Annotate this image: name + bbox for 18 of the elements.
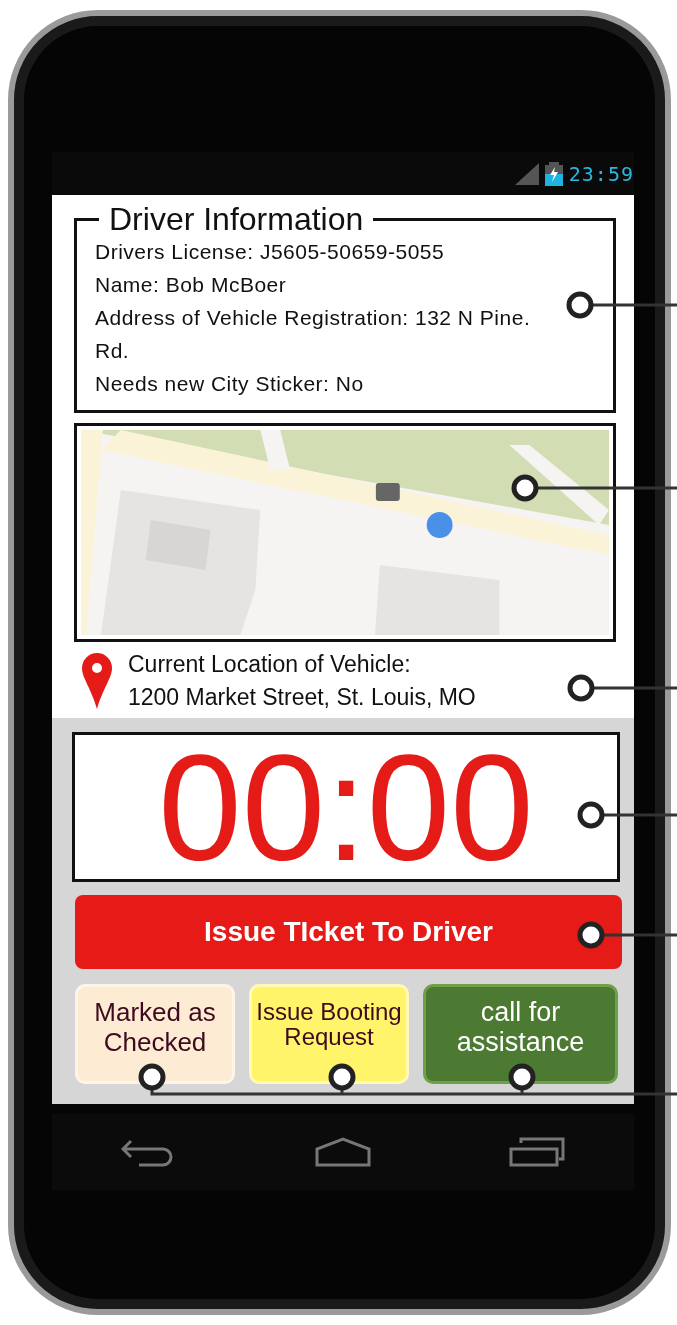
home-icon[interactable]	[315, 1137, 371, 1167]
info-line: Needs new City Sticker: No	[95, 371, 365, 397]
info-line: Name: Bob McBoer	[95, 272, 288, 298]
info-line: Address of Vehicle Registration: 132 N Pine. Rd.	[95, 305, 532, 364]
battery-icon	[544, 161, 563, 186]
recent-apps-icon[interactable]	[509, 1137, 565, 1167]
action-button[interactable]: Marked as Checked	[75, 984, 235, 1084]
status-time: 23:59	[568, 161, 634, 186]
signal-icon	[514, 162, 539, 185]
location-pin-icon	[82, 653, 112, 709]
action-button[interactable]: call for assistance	[423, 984, 618, 1084]
info-line: Drivers License: J5605-50659-5055	[95, 239, 446, 265]
location-label: Current Location of Vehicle:	[128, 650, 412, 679]
panel-title: Driver Information	[108, 203, 365, 235]
issue-ticket-button[interactable]: Issue TIcket To Driver	[75, 895, 622, 969]
action-button[interactable]: Issue Booting Request	[249, 984, 409, 1084]
location-address: 1200 Market Street, St. Louis, MO	[128, 683, 476, 712]
timer-display: 00:00	[72, 732, 620, 882]
